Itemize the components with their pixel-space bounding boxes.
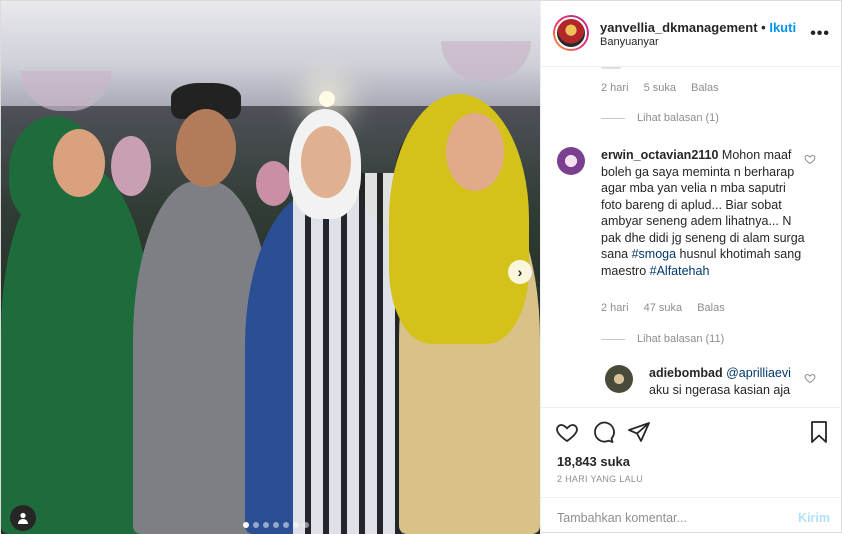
- tagged-user-icon[interactable]: [10, 505, 36, 531]
- view-replies-label: Lihat balasan (11): [637, 333, 725, 345]
- add-comment-bar: Tambahkan komentar... Kirim: [541, 497, 842, 534]
- face: [53, 129, 105, 197]
- hashtag-link[interactable]: #Alfatehah: [650, 264, 710, 278]
- more-options-icon[interactable]: •••: [810, 25, 830, 43]
- post-header: yanvellia_dkmanagement • Ikuti Banyuanya…: [541, 1, 842, 67]
- commenter-avatar[interactable]: [557, 147, 585, 175]
- carousel-indicator: [243, 522, 309, 528]
- reply-button[interactable]: Balas: [697, 302, 725, 314]
- avatar[interactable]: [553, 15, 589, 51]
- likes-count[interactable]: 18,843 suka: [557, 454, 630, 469]
- face: [176, 109, 236, 187]
- patterned-scarf: [293, 173, 401, 534]
- comment-body: adiebombad @aprilliaevi aku si ngerasa k…: [649, 365, 799, 398]
- comment-text: aku si ngerasa kasian aja: [649, 382, 791, 397]
- carousel-dot: [263, 522, 269, 528]
- comment-likes[interactable]: 47 suka: [644, 302, 683, 314]
- view-replies-button[interactable]: Lihat balasan (1): [601, 112, 719, 124]
- carousel-dot: [303, 522, 309, 528]
- face: [446, 113, 504, 191]
- comment-body: erwin_octavian2110 Mohon maaf boleh ga s…: [601, 147, 806, 279]
- replies-line: [601, 117, 625, 119]
- view-replies-label: Lihat balasan (1): [637, 112, 719, 124]
- cut-off-text: [601, 67, 621, 69]
- comments-list[interactable]: 2 hari 5 suka Balas Lihat balasan (1) er…: [541, 67, 842, 407]
- comment-likes[interactable]: 5 suka: [644, 82, 676, 94]
- share-send-icon[interactable]: [627, 420, 651, 444]
- carousel-dot: [273, 522, 279, 528]
- post-sidebar: yanvellia_dkmanagement • Ikuti Banyuanya…: [540, 1, 842, 534]
- post-photo[interactable]: ›: [1, 1, 540, 534]
- carousel-dot: [283, 522, 289, 528]
- hashtag-link[interactable]: #smoga: [632, 247, 676, 261]
- comment-time: 2 hari: [601, 82, 629, 94]
- comment-time: 2 hari: [601, 302, 629, 314]
- comment-meta: 2 hari 5 suka Balas: [601, 82, 731, 94]
- like-comment-heart-icon[interactable]: [804, 153, 816, 165]
- post-actions: 18,843 suka 2 HARI YANG LALU: [541, 407, 842, 503]
- replies-line: [601, 338, 625, 340]
- reply-button[interactable]: Balas: [691, 82, 719, 94]
- mention-link[interactable]: @aprilliaevi: [726, 366, 791, 380]
- carousel-dot: [293, 522, 299, 528]
- location-link[interactable]: Banyuanyar: [600, 36, 659, 48]
- header-username-row: yanvellia_dkmanagement • Ikuti: [600, 20, 796, 35]
- follow-button[interactable]: Ikuti: [769, 20, 796, 35]
- background-person: [256, 161, 291, 206]
- separator: •: [761, 20, 766, 35]
- carousel-next-button[interactable]: ›: [508, 260, 532, 284]
- view-replies-button[interactable]: Lihat balasan (11): [601, 333, 724, 345]
- comment-meta: 2 hari 47 suka Balas: [601, 302, 737, 314]
- comment-text: Mohon maaf boleh ga saya meminta n berha…: [601, 148, 805, 261]
- stage-light: [319, 91, 335, 107]
- post-frame: › yanvellia_dkmanagement • Ikuti Banyuan…: [0, 0, 842, 534]
- user-icon: [18, 512, 28, 524]
- face: [301, 126, 351, 198]
- carousel-dot: [253, 522, 259, 528]
- save-bookmark-icon[interactable]: [807, 420, 831, 444]
- like-heart-icon[interactable]: [555, 420, 579, 444]
- commenter-avatar[interactable]: [605, 365, 633, 393]
- commenter-username[interactable]: adiebombad: [649, 366, 723, 380]
- commenter-username[interactable]: erwin_octavian2110: [601, 148, 718, 162]
- like-comment-heart-icon[interactable]: [804, 372, 816, 384]
- comment-icon[interactable]: [591, 420, 615, 444]
- post-comment-button[interactable]: Kirim: [798, 511, 830, 525]
- post-timestamp[interactable]: 2 HARI YANG LALU: [557, 474, 643, 484]
- comment-input[interactable]: Tambahkan komentar...: [557, 511, 687, 525]
- carousel-dot: [243, 522, 249, 528]
- username-link[interactable]: yanvellia_dkmanagement: [600, 20, 758, 35]
